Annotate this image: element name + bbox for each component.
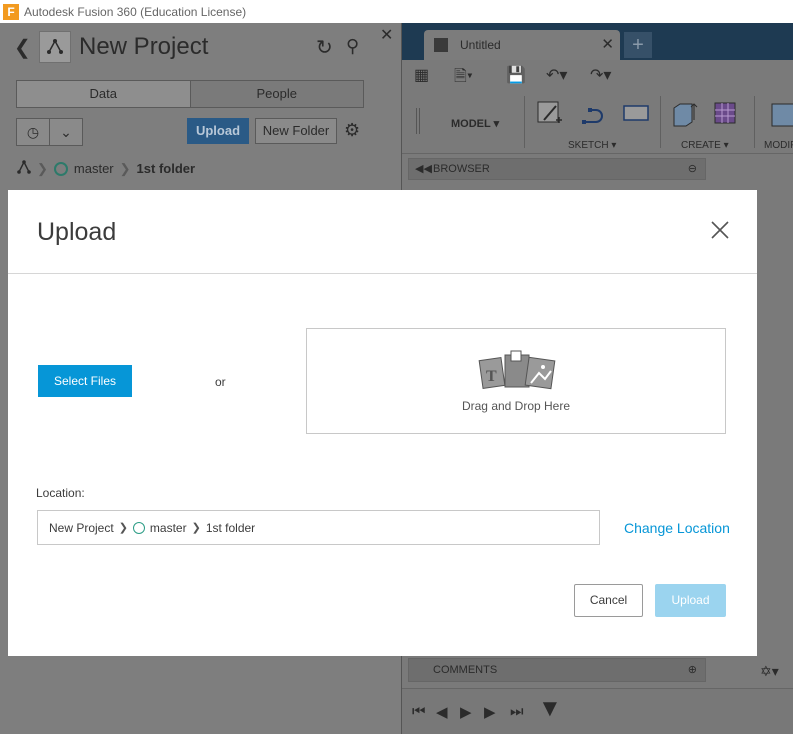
location-field: New Project ❯ master ❯ 1st folder xyxy=(37,510,600,545)
project-icon xyxy=(39,31,71,63)
close-tab-icon[interactable]: ✕ xyxy=(601,35,614,53)
dialog-title: Upload xyxy=(37,218,117,246)
svg-text:T: T xyxy=(486,368,497,385)
go-to-start-icon[interactable]: ⏮ xyxy=(412,703,426,720)
close-icon[interactable] xyxy=(709,219,731,241)
location-branch: master xyxy=(149,520,187,535)
orbit-icon[interactable]: ✡▾ xyxy=(760,663,779,680)
form-icon[interactable] xyxy=(712,100,740,128)
quick-access-bar: ▦ 🗎▾ 💾 ↶▾ ↷▾ xyxy=(402,60,793,90)
file-types-icon: T xyxy=(478,350,556,390)
document-tab[interactable]: Untitled ✕ xyxy=(424,30,620,60)
minus-circle-icon[interactable]: ⊖ xyxy=(688,159,697,179)
back-icon[interactable]: ❮ xyxy=(14,35,31,60)
chevron-right-icon: ❯ xyxy=(37,160,48,176)
chevron-right-icon: ❯ xyxy=(191,522,201,534)
breadcrumb: ❯ master ❯ 1st folder xyxy=(17,160,195,177)
toolbar-grip xyxy=(416,108,420,134)
chevron-right-icon: ❯ xyxy=(119,160,131,176)
browser-panel-header[interactable]: ◀◀ BROWSER ⊖ xyxy=(408,158,706,180)
chevron-down-icon[interactable]: ⌄ xyxy=(50,119,82,145)
extrude-icon[interactable] xyxy=(670,100,698,128)
drop-zone-text: Drag and Drop Here xyxy=(461,399,571,413)
modify-menu[interactable]: MODIFY xyxy=(764,140,793,151)
tab-people[interactable]: People xyxy=(190,81,363,107)
upload-confirm-button[interactable]: Upload xyxy=(655,584,726,617)
breadcrumb-folder: 1st folder xyxy=(136,161,196,176)
data-panel-tabs: Data People xyxy=(16,80,364,108)
browser-label: BROWSER xyxy=(433,163,490,175)
line-tool-icon[interactable] xyxy=(580,100,608,128)
refresh-icon[interactable]: ↻ xyxy=(316,35,333,60)
data-panel-header: ❮ New Project ↻ ⚲ ✕ xyxy=(0,23,401,73)
window-title: Autodesk Fusion 360 (Education License) xyxy=(24,4,247,19)
document-tab-title: Untitled xyxy=(460,38,501,52)
create-menu[interactable]: CREATE ▾ xyxy=(681,140,729,151)
redo-icon[interactable]: ↷▾ xyxy=(590,65,611,85)
branch-icon xyxy=(53,161,68,176)
file-menu-icon[interactable]: 🗎▾ xyxy=(454,65,473,92)
toolbar-divider xyxy=(524,96,525,148)
upload-dialog: Upload Select Files or T Drag and Drop H… xyxy=(8,190,757,656)
rectangle-tool-icon[interactable] xyxy=(622,100,650,128)
press-pull-icon[interactable] xyxy=(768,100,793,128)
main-toolbar: MODEL ▾ SKETCH ▾ CREATE ▾ MODIFY xyxy=(402,90,793,154)
plus-circle-icon[interactable]: ⊕ xyxy=(688,659,697,681)
play-icon[interactable]: ▶ xyxy=(460,703,472,721)
workspace-switcher[interactable]: MODEL ▾ xyxy=(451,117,499,130)
toolbar-divider xyxy=(660,96,661,148)
upload-button[interactable]: Upload xyxy=(187,118,249,144)
drop-zone[interactable]: T Drag and Drop Here xyxy=(306,328,726,434)
timeline-marker-icon[interactable]: ▼ xyxy=(538,695,562,723)
history-icon[interactable]: ◷ xyxy=(17,119,50,145)
close-panel-icon[interactable]: ✕ xyxy=(380,25,393,45)
breadcrumb-branch[interactable]: master xyxy=(74,161,114,176)
new-tab-button[interactable]: + xyxy=(624,32,652,58)
comments-label: COMMENTS xyxy=(433,664,498,676)
step-back-icon[interactable]: ◀ xyxy=(436,703,448,721)
document-cube-icon xyxy=(434,38,448,52)
save-icon[interactable]: 💾 xyxy=(506,65,526,85)
gear-icon[interactable]: ⚙ xyxy=(344,120,360,141)
go-to-end-icon[interactable]: ⏭ xyxy=(510,703,524,720)
chevron-right-icon: ❯ xyxy=(118,522,128,534)
timeline-bar: ⏮ ◀ ▶ ▶ ⏭ ▼ xyxy=(402,688,793,734)
change-location-link[interactable]: Change Location xyxy=(624,520,730,536)
dialog-header: Upload xyxy=(8,190,757,274)
new-folder-button[interactable]: New Folder xyxy=(255,118,337,144)
sketch-menu[interactable]: SKETCH ▾ xyxy=(568,140,616,151)
step-forward-icon[interactable]: ▶ xyxy=(484,703,496,721)
hub-icon[interactable] xyxy=(17,160,31,177)
location-project: New Project xyxy=(49,520,114,535)
data-panel-grid-icon[interactable]: ▦ xyxy=(414,65,429,85)
collapse-arrow-icon[interactable]: ◀◀ xyxy=(415,159,432,179)
cancel-button[interactable]: Cancel xyxy=(574,584,643,617)
toolbar-divider xyxy=(754,96,755,148)
create-sketch-icon[interactable] xyxy=(536,100,564,128)
comments-panel-header[interactable]: COMMENTS ⊕ xyxy=(408,658,706,682)
select-files-button[interactable]: Select Files xyxy=(38,365,132,397)
or-label: or xyxy=(215,375,226,389)
fusion-app-icon: F xyxy=(3,3,19,20)
window-title-bar: F Autodesk Fusion 360 (Education License… xyxy=(0,0,793,23)
tab-data[interactable]: Data xyxy=(17,81,191,107)
location-label: Location: xyxy=(36,486,85,500)
branch-icon xyxy=(132,521,145,534)
search-icon[interactable]: ⚲ xyxy=(346,36,359,57)
project-title: New Project xyxy=(79,33,209,60)
location-folder: 1st folder xyxy=(205,520,256,535)
version-history-dropdown[interactable]: ◷ ⌄ xyxy=(16,118,83,146)
document-tab-bar: Untitled ✕ + xyxy=(402,23,793,60)
undo-icon[interactable]: ↶▾ xyxy=(546,65,567,85)
